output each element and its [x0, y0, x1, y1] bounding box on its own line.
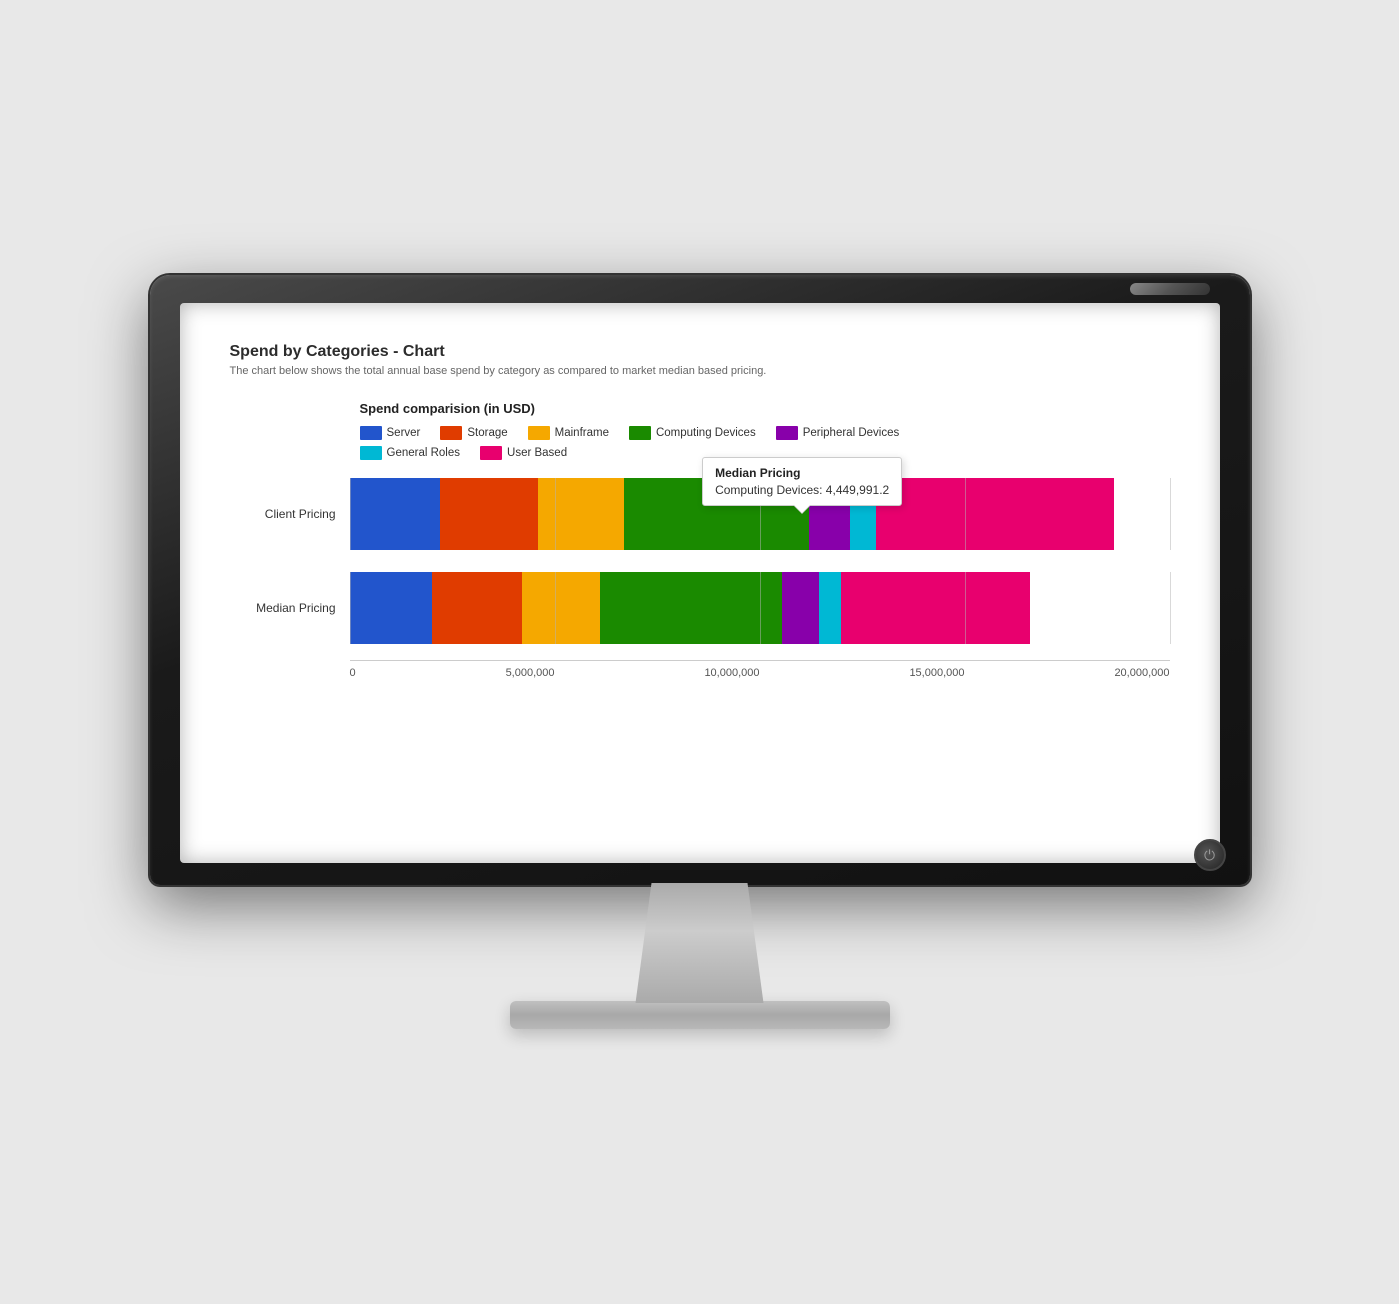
stand-base — [510, 1001, 890, 1029]
x-axis-label: 0 — [350, 667, 356, 679]
legend-color — [776, 426, 798, 440]
bar-label: Client Pricing — [230, 507, 350, 521]
stand-neck — [620, 883, 780, 1003]
power-icon: ⏻ — [1204, 847, 1215, 864]
bar-segment — [350, 478, 440, 550]
chart-title: Spend by Categories - Chart — [230, 343, 1170, 361]
chart-area: Client Pricing Median PricingMedian Prici… — [230, 478, 1170, 679]
legend-label: Peripheral Devices — [803, 427, 900, 439]
x-axis-label: 20,000,000 — [1114, 667, 1169, 679]
legend-item: General Roles — [360, 446, 461, 460]
x-axis-label: 15,000,000 — [909, 667, 964, 679]
bar-segment — [624, 478, 809, 550]
bar-row: Client Pricing — [230, 478, 1170, 550]
legend-item: Server — [360, 426, 421, 440]
legend-item: Mainframe — [528, 426, 609, 440]
legend: Server Storage Mainframe Computing Devic… — [360, 426, 1170, 460]
bar-segment — [350, 572, 432, 644]
legend-color — [360, 446, 382, 460]
legend-label: Computing Devices — [656, 427, 756, 439]
legend-color — [360, 426, 382, 440]
bar-segment — [876, 478, 1114, 550]
stacked-bar — [350, 478, 1170, 550]
x-axis: 0 5,000,000 10,000,000 15,000,000 20,000,000 — [350, 660, 1170, 679]
bar-row: Median PricingMedian PricingComputing De… — [230, 572, 1170, 644]
legend-color — [440, 426, 462, 440]
bar-segment — [432, 572, 522, 644]
bar-segment — [841, 572, 1030, 644]
legend-label: General Roles — [387, 447, 461, 459]
chart-heading: Spend comparision (in USD) — [360, 401, 1170, 416]
bar-segment — [522, 572, 600, 644]
bar-segment — [440, 478, 538, 550]
legend-color — [528, 426, 550, 440]
legend-color — [480, 446, 502, 460]
legend-label: Storage — [467, 427, 507, 439]
legend-item: Computing Devices — [629, 426, 756, 440]
stacked-bar — [350, 572, 1170, 644]
bar-segment — [819, 572, 842, 644]
bar-track: Median PricingComputing Devices: 4,449,9… — [350, 572, 1170, 644]
monitor-frame: Spend by Categories - Chart The chart be… — [150, 275, 1250, 885]
monitor-wrapper: Spend by Categories - Chart The chart be… — [150, 275, 1250, 1029]
bar-segment — [782, 572, 819, 644]
bars-container: Client Pricing Median PricingMedian Prici… — [230, 478, 1170, 644]
bar-segment — [850, 478, 877, 550]
legend-item: Peripheral Devices — [776, 426, 900, 440]
bar-track — [350, 478, 1170, 550]
bar-segment — [809, 478, 850, 550]
bar-segment — [600, 572, 782, 644]
gridline — [1170, 478, 1171, 550]
legend-label: User Based — [507, 447, 567, 459]
gridline — [1170, 572, 1171, 644]
power-button[interactable]: ⏻ — [1194, 839, 1226, 871]
screen: Spend by Categories - Chart The chart be… — [180, 303, 1220, 863]
legend-item: User Based — [480, 446, 567, 460]
chart-subtitle: The chart below shows the total annual b… — [230, 365, 1170, 377]
bar-segment — [538, 478, 624, 550]
legend-label: Mainframe — [555, 427, 609, 439]
x-axis-label: 10,000,000 — [704, 667, 759, 679]
legend-label: Server — [387, 427, 421, 439]
x-axis-label: 5,000,000 — [506, 667, 555, 679]
legend-item: Storage — [440, 426, 507, 440]
legend-color — [629, 426, 651, 440]
bar-label: Median Pricing — [230, 601, 350, 615]
